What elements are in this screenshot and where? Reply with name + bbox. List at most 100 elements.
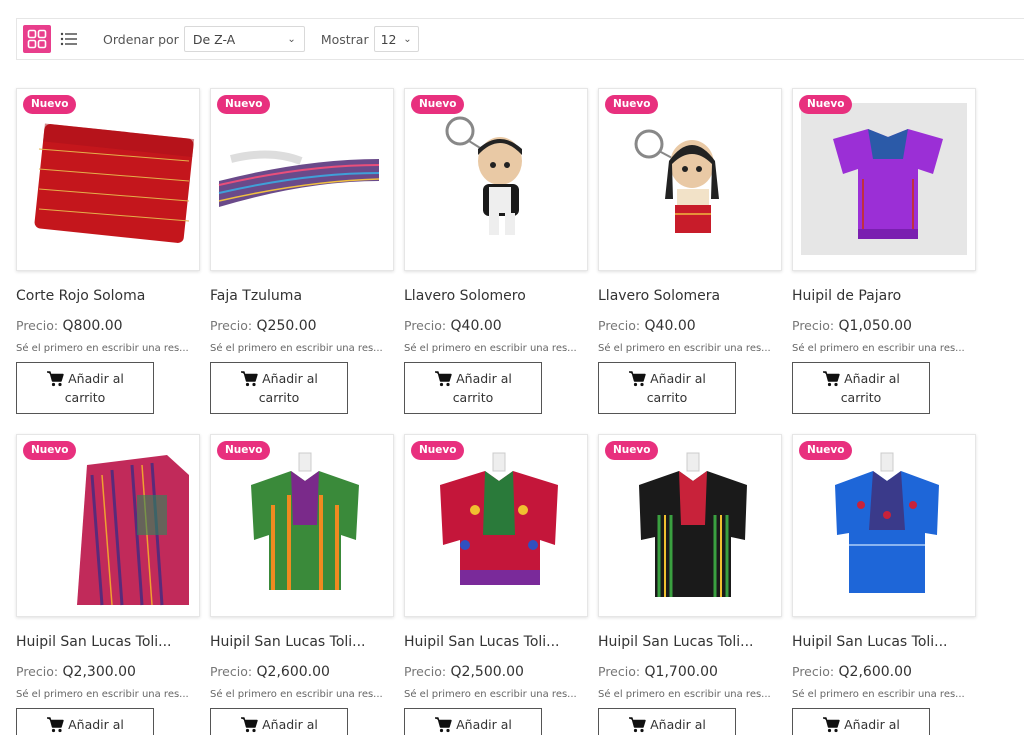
product-price: Precio: Q40.00 <box>598 318 782 334</box>
add-to-cart-button[interactable]: Añadir alcarrito <box>792 708 930 735</box>
new-badge: Nuevo <box>799 95 853 114</box>
price-value: Q2,300.00 <box>62 664 136 680</box>
chevron-down-icon: ⌄ <box>403 33 412 45</box>
product-photo <box>440 452 558 585</box>
cart-line: Añadir al <box>240 369 318 388</box>
product-name[interactable]: Huipil San Lucas Toli... <box>210 634 394 650</box>
product-image[interactable]: Nuevo <box>404 88 588 271</box>
product-image[interactable]: Nuevo <box>792 88 976 271</box>
product-card[interactable]: Nuevo Huipil San Lucas Toli... Precio: Q2,… <box>210 434 394 735</box>
product-image[interactable]: Nuevo <box>404 434 588 617</box>
new-badge: Nuevo <box>217 95 271 114</box>
price-label: Precio: <box>404 664 447 679</box>
review-link[interactable]: Sé el primero en escribir una res... <box>598 343 782 354</box>
product-card[interactable]: Nuevo Huipil San Lucas Toli... Precio: Q2,… <box>792 434 976 735</box>
product-image[interactable]: Nuevo <box>210 88 394 271</box>
new-badge: Nuevo <box>217 441 271 460</box>
cart-icon <box>241 716 258 732</box>
product-toolbar: Ordenar por De Z-A ⌄ Mostrar 12 ⌄ <box>16 18 1024 60</box>
grid-view-button[interactable] <box>23 25 51 53</box>
add-to-cart-button[interactable]: Añadir alcarrito <box>598 362 736 414</box>
cart-label-line2: carrito <box>452 390 494 405</box>
product-card[interactable]: Nuevo Huipil de Pajaro Precio: Q1,050.00 Sé… <box>792 88 976 414</box>
cart-icon <box>629 716 646 732</box>
product-image[interactable]: Nuevo <box>598 434 782 617</box>
product-photo <box>251 452 359 590</box>
cart-icon <box>435 716 452 732</box>
product-card[interactable]: Nuevo Llavero Solomera Precio: Q40.00 Sé el… <box>598 88 782 414</box>
price-label: Precio: <box>598 664 641 679</box>
new-badge: Nuevo <box>23 95 77 114</box>
add-to-cart-button[interactable]: Añadir al carrito <box>404 362 542 414</box>
product-image[interactable]: Nuevo <box>598 88 782 271</box>
review-link[interactable]: Sé el primero en escribir una res... <box>792 689 976 700</box>
product-card[interactable]: Nuevo Corte Rojo Soloma Precio: Q800.00 Sé … <box>16 88 200 414</box>
product-name[interactable]: Faja Tzuluma <box>210 288 394 304</box>
product-name[interactable]: Huipil San Lucas Toli... <box>598 634 782 650</box>
product-image[interactable]: Nuevo <box>16 434 200 617</box>
price-value: Q250.00 <box>256 318 317 334</box>
list-view-button[interactable] <box>55 25 83 53</box>
cart-line: Añadir al <box>822 715 900 734</box>
review-link[interactable]: Sé el primero en escribir una res... <box>210 689 394 700</box>
product-name[interactable]: Huipil San Lucas Toli... <box>16 634 200 650</box>
cart-line: Añadir al <box>822 369 900 388</box>
price-value: Q2,500.00 <box>450 664 524 680</box>
product-photo <box>639 452 747 597</box>
sort-select[interactable]: De Z-A ⌄ <box>183 26 305 52</box>
cart-line: Añadir al <box>46 715 124 734</box>
sort-value: De Z-A <box>192 31 236 47</box>
price-label: Precio: <box>598 318 641 333</box>
show-select[interactable]: 12 ⌄ <box>373 26 419 52</box>
add-to-cart-button[interactable]: Añadir alcarrito <box>598 708 736 735</box>
product-price: Precio: Q2,300.00 <box>16 664 200 680</box>
review-link[interactable]: Sé el primero en escribir una res... <box>16 343 200 354</box>
review-link[interactable]: Sé el primero en escribir una res... <box>792 343 976 354</box>
new-badge: Nuevo <box>799 441 853 460</box>
add-to-cart-button[interactable]: Añadir alcarrito <box>210 362 348 414</box>
add-to-cart-button[interactable]: Añadir alcarrito <box>210 708 348 735</box>
review-link[interactable]: Sé el primero en escribir una res... <box>598 689 782 700</box>
product-card[interactable]: Nuevo Huipil San Lucas Toli... Precio: Q1,… <box>598 434 782 735</box>
add-to-cart-button[interactable]: Añadir alcarrito <box>404 708 542 735</box>
cart-icon <box>241 370 258 386</box>
product-image[interactable]: Nuevo <box>792 434 976 617</box>
review-link[interactable]: Sé el primero en escribir una res... <box>404 343 588 354</box>
product-price: Precio: Q2,500.00 <box>404 664 588 680</box>
product-name[interactable]: Huipil San Lucas Toli... <box>792 634 976 650</box>
cart-line: Añadir al <box>434 369 512 388</box>
add-to-cart-button[interactable]: Añadir alcarrito <box>792 362 930 414</box>
add-to-cart-button[interactable]: Añadir alcarrito <box>16 708 154 735</box>
product-name[interactable]: Llavero Solomera <box>598 288 782 304</box>
cart-line: Añadir al <box>434 715 512 734</box>
cart-icon <box>47 370 64 386</box>
cart-label-line2: carrito <box>646 390 688 405</box>
cart-line: Añadir al <box>46 369 124 388</box>
price-label: Precio: <box>792 318 835 333</box>
grid-icon <box>27 29 47 49</box>
cart-label-line1: Añadir al <box>844 717 900 732</box>
review-link[interactable]: Sé el primero en escribir una res... <box>210 343 394 354</box>
product-image[interactable]: Nuevo <box>210 434 394 617</box>
price-value: Q800.00 <box>62 318 123 334</box>
product-card[interactable]: Nuevo Huipil San Lucas Toli... Precio: Q2,… <box>16 434 200 735</box>
cart-line: Añadir al <box>628 715 706 734</box>
review-link[interactable]: Sé el primero en escribir una res... <box>16 689 200 700</box>
product-photo <box>634 129 719 233</box>
product-card[interactable]: Nuevo Huipil San Lucas Toli... Precio: Q2,… <box>404 434 588 735</box>
cart-icon <box>47 716 64 732</box>
cart-label-line1: Añadir al <box>456 717 512 732</box>
cart-label-line1: Añadir al <box>262 717 318 732</box>
product-card[interactable]: Nuevo Llavero Solomero Precio: Q40.00 Sé el… <box>404 88 588 414</box>
product-name[interactable]: Corte Rojo Soloma <box>16 288 200 304</box>
review-link[interactable]: Sé el primero en escribir una res... <box>404 689 588 700</box>
product-image[interactable]: Nuevo <box>16 88 200 271</box>
cart-icon <box>435 370 452 386</box>
product-name[interactable]: Huipil de Pajaro <box>792 288 976 304</box>
product-name[interactable]: Llavero Solomero <box>404 288 588 304</box>
add-to-cart-button[interactable]: Añadir alcarrito <box>16 362 154 414</box>
product-price: Precio: Q2,600.00 <box>210 664 394 680</box>
product-name[interactable]: Huipil San Lucas Toli... <box>404 634 588 650</box>
cart-label-line1: Añadir al <box>844 371 900 386</box>
product-card[interactable]: Nuevo Faja Tzuluma Precio: Q250.00 Sé el pr… <box>210 88 394 414</box>
